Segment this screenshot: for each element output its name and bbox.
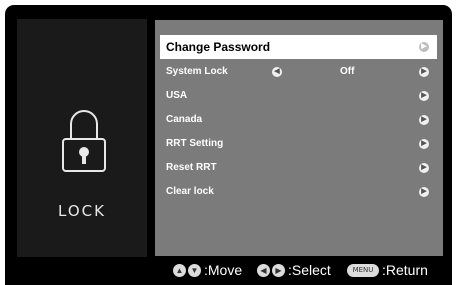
menu-key-icon: MENU xyxy=(347,264,379,277)
lock-title: LOCK xyxy=(58,202,106,220)
menu-item-usa[interactable]: USA ▶ xyxy=(160,86,437,106)
menu-item-system-lock[interactable]: System Lock ◀ Off ▶ xyxy=(160,62,437,82)
padlock-icon xyxy=(62,110,106,172)
menu-item-label: Reset RRT xyxy=(166,162,217,173)
chevron-right-icon: ▶ xyxy=(419,42,429,52)
footer-return-label: :Return xyxy=(382,262,428,278)
lock-panel: LOCK xyxy=(17,19,147,257)
menu-item-canada[interactable]: Canada ▶ xyxy=(160,110,437,130)
chevron-right-icon: ▶ xyxy=(419,187,429,197)
menu-item-label: Clear lock xyxy=(166,186,214,197)
chevron-right-icon[interactable]: ▶ xyxy=(419,67,429,77)
menu-item-label: USA xyxy=(166,90,188,101)
chevron-up-icon: ▲ xyxy=(173,264,186,277)
chevron-down-icon: ▼ xyxy=(188,264,201,277)
menu-item-label: RRT Setting xyxy=(166,138,224,149)
menu-item-reset-rrt[interactable]: Reset RRT ▶ xyxy=(160,158,437,178)
menu-item-label: Change Password xyxy=(166,40,271,54)
menu-item-label: System Lock xyxy=(166,66,228,77)
menu-item-rrt-setting[interactable]: RRT Setting ▶ xyxy=(160,134,437,154)
chevron-left-icon[interactable]: ◀ xyxy=(272,67,282,77)
menu-panel: Change Password ▶ System Lock ◀ Off ▶ US… xyxy=(155,20,443,256)
chevron-right-icon: ▶ xyxy=(419,115,429,125)
chevron-left-icon: ◀ xyxy=(257,264,270,277)
menu-item-clear-lock[interactable]: Clear lock ▶ xyxy=(160,182,437,202)
footer-help-bar: ▲ ▼ :Move ◀ ▶ :Select MENU :Return xyxy=(5,259,452,285)
chevron-right-icon: ▶ xyxy=(419,139,429,149)
footer-select-label: :Select xyxy=(288,262,331,278)
chevron-right-icon: ▶ xyxy=(272,264,285,277)
footer-move-label: :Move xyxy=(204,262,243,278)
menu-item-change-password[interactable]: Change Password ▶ xyxy=(160,35,437,59)
tv-osd-frame: LOCK Change Password ▶ System Lock ◀ Off… xyxy=(5,5,452,285)
menu-item-value: Off xyxy=(340,66,355,77)
chevron-right-icon: ▶ xyxy=(419,91,429,101)
menu-item-label: Canada xyxy=(166,114,203,125)
chevron-right-icon: ▶ xyxy=(419,163,429,173)
